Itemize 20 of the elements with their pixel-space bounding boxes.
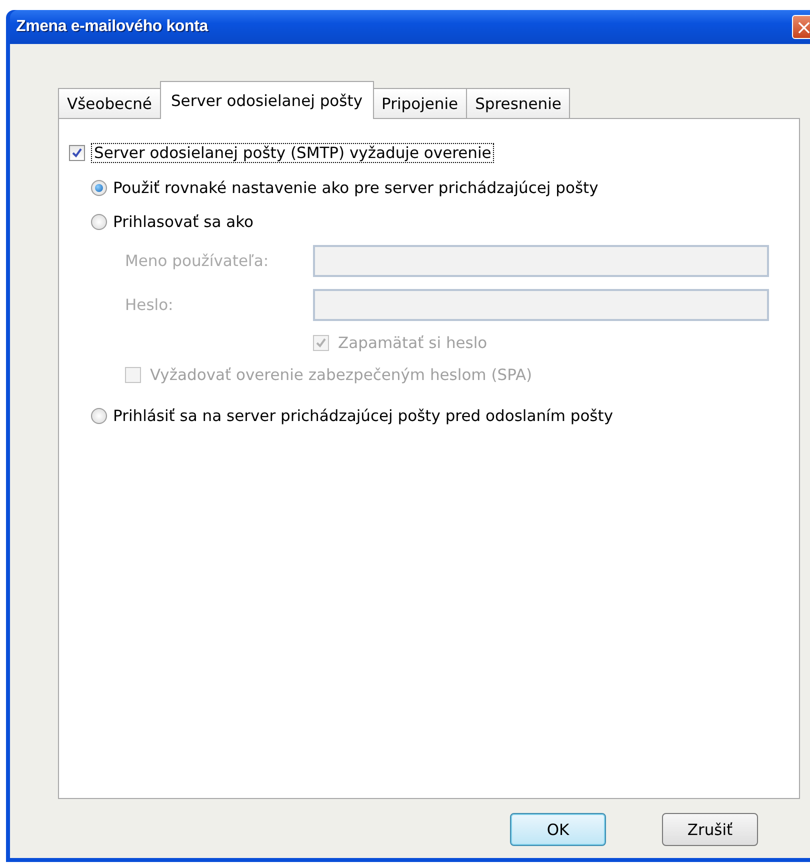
radio-label: Použiť rovnaké nastavenie ako pre server prichádzajúcej pošty [113, 179, 598, 197]
radio-label: Prihlasovať sa ako [113, 213, 254, 231]
checkbox-label: Zapamätať si heslo [337, 333, 488, 353]
radio-label: Prihlásiť sa na server prichádzajúcej pošty pred odoslaním pošty [113, 407, 614, 425]
tab[interactable]: Server odosielanej pošty [160, 81, 374, 119]
tab[interactable]: Spresnenie [466, 88, 570, 118]
tab[interactable]: Pripojenie [372, 88, 468, 118]
checkbox-label: Server odosielanej pošty (SMTP) vyžaduje overenie [91, 143, 494, 163]
radio-button[interactable] [91, 214, 107, 230]
field-label: Meno používateľa: [125, 252, 270, 270]
window-title: Zmena e-mailového konta [16, 18, 208, 36]
dialog-button[interactable]: Zrušiť [662, 813, 758, 846]
radio-button[interactable] [91, 408, 107, 424]
field-label: Heslo: [125, 296, 174, 314]
tab[interactable]: Všeobecné [58, 88, 161, 118]
radio-button[interactable] [91, 180, 107, 196]
checkbox-label: Vyžadovať overenie zabezpečeným heslom (SPA) [149, 365, 534, 385]
dialog-button[interactable]: OK [510, 813, 606, 846]
checkbox[interactable] [69, 145, 85, 161]
close-button[interactable]: × [792, 15, 810, 39]
